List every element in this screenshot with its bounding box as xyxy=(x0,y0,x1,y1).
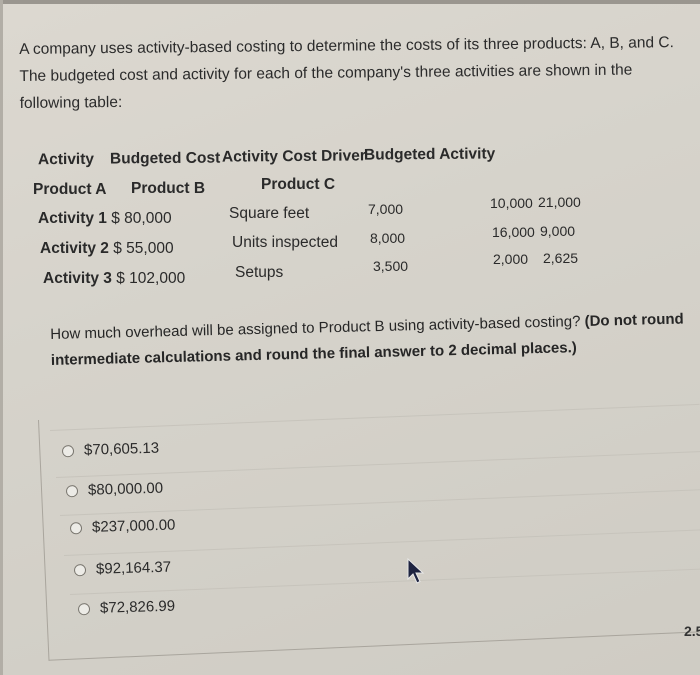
row3-product-c: 2,625 xyxy=(543,250,579,266)
screen-top-edge xyxy=(0,0,700,4)
radio-button[interactable] xyxy=(61,444,75,457)
header-cost-driver: Activity Cost Driver xyxy=(221,147,366,166)
row1-product-a: 7,000 xyxy=(368,201,404,217)
page-indicator: 2.5 xyxy=(684,623,700,639)
row3-activity-label: Activity 3 xyxy=(43,270,112,287)
answer-label: $70,605.13 xyxy=(83,439,160,459)
row2-cost: $ 55,000 xyxy=(113,240,174,257)
subheader-product-a: Product A xyxy=(33,181,107,198)
row2-activity-label: Activity 2 xyxy=(40,240,109,257)
row3-activity: Activity 3 $ 102,000 xyxy=(43,270,185,288)
row1-cost: $ 80,000 xyxy=(111,210,172,227)
subheader-product-b: Product B xyxy=(131,180,206,197)
answer-option-4[interactable]: $92,164.37 xyxy=(73,558,172,579)
question-intro: A company uses activity-based costing to… xyxy=(19,34,674,112)
row3-product-a: 3,500 xyxy=(373,258,409,274)
row2-activity: Activity 2 $ 55,000 xyxy=(40,240,174,258)
row2-product-b: 16,000 xyxy=(492,224,535,240)
answer-label: $237,000.00 xyxy=(91,516,176,536)
answer-option-3[interactable]: $237,000.00 xyxy=(69,516,176,537)
header-activity: Activity xyxy=(37,150,95,169)
question-text: How much overhead will be assigned to Pr… xyxy=(50,313,581,343)
row3-cost: $ 102,000 xyxy=(116,270,186,287)
row1-product-c: 21,000 xyxy=(538,194,581,210)
row1-activity: Activity 1 $ 80,000 xyxy=(38,210,172,228)
radio-button[interactable] xyxy=(73,563,87,576)
row3-driver: Setups xyxy=(235,264,284,281)
subheader-product-c: Product C xyxy=(261,176,336,193)
mouse-pointer-icon xyxy=(407,557,425,584)
answer-option-1[interactable]: $70,605.13 xyxy=(61,439,160,460)
row2-driver: Units inspected xyxy=(232,234,338,251)
question-prompt: How much overhead will be assigned to Pr… xyxy=(50,306,691,374)
row1-product-b: 10,000 xyxy=(490,195,533,211)
header-budgeted-activity: Budgeted Activity xyxy=(363,145,496,164)
radio-button[interactable] xyxy=(65,484,79,497)
row2-product-c: 9,000 xyxy=(540,223,576,239)
answer-option-5[interactable]: $72,826.99 xyxy=(77,597,176,618)
row3-product-b: 2,000 xyxy=(493,251,529,267)
radio-button[interactable] xyxy=(69,521,83,534)
answer-option-2[interactable]: $80,000.00 xyxy=(65,479,164,500)
answer-label: $72,826.99 xyxy=(99,597,176,617)
radio-button[interactable] xyxy=(77,602,91,615)
row1-activity-label: Activity 1 xyxy=(38,210,107,227)
row1-driver: Square feet xyxy=(229,205,310,222)
screen-left-edge xyxy=(0,0,3,675)
answer-label: $80,000.00 xyxy=(87,479,164,499)
header-budgeted-cost: Budgeted Cost xyxy=(109,149,221,168)
row2-product-a: 8,000 xyxy=(370,230,406,246)
answer-label: $92,164.37 xyxy=(95,558,172,578)
